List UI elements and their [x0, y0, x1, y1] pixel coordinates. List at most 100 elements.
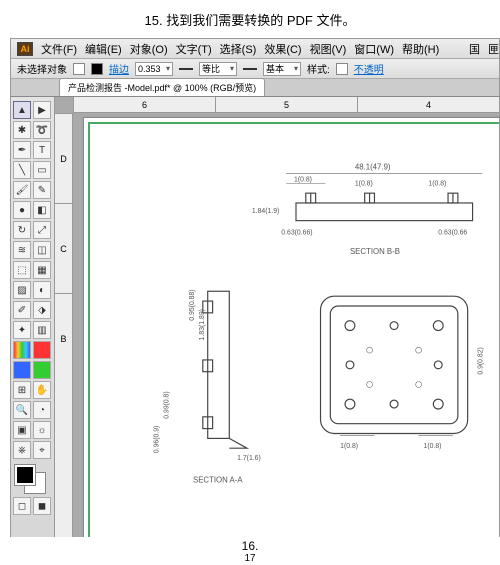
extra-tool-1[interactable]: ◔: [33, 401, 51, 419]
menu-right-2[interactable]: 匣: [488, 41, 499, 57]
svg-text:1.7(1.6): 1.7(1.6): [237, 455, 261, 462]
lasso-tool[interactable]: ➰: [33, 121, 51, 139]
ruler-h-mark: 5: [215, 97, 357, 112]
svg-text:0.63(0.66: 0.63(0.66: [438, 229, 467, 236]
selection-status: 未选择对象: [17, 61, 67, 76]
brush-dropdown[interactable]: 基本: [263, 62, 301, 76]
slice-tool[interactable]: ⊞: [13, 381, 31, 399]
graph-tool[interactable]: ▥: [33, 321, 51, 339]
menu-right-1[interactable]: 国: [469, 41, 480, 57]
instruction-caption: 15. 找到我们需要转换的 PDF 文件。: [0, 0, 500, 35]
extra-tool-3[interactable]: ☼: [33, 421, 51, 439]
blend-tool[interactable]: ⬗: [33, 301, 51, 319]
style-label: 样式:: [307, 61, 330, 76]
document-tab-bar: 产品检测报告 -Model.pdf* @ 100% (RGB/预览): [11, 79, 499, 97]
selection-tool[interactable]: ▲: [13, 101, 31, 119]
svg-text:1(0.8): 1(0.8): [294, 176, 312, 183]
curve-tool-1[interactable]: [33, 341, 51, 359]
shape-builder-tool[interactable]: ⬚: [13, 261, 31, 279]
ruler-h-mark: 6: [73, 97, 215, 112]
svg-text:1(0.8): 1(0.8): [340, 443, 358, 450]
main-area: ▲ ▶ ✱ ➰ ✒ T ╲ ▭ 🖌 ✎ ● ◧ ↻ ⤢ ≋ ◫ ⬚ ▦ ▨ ◐ …: [11, 97, 499, 564]
symbol-sprayer-tool[interactable]: ✦: [13, 321, 31, 339]
app-logo: Ai: [17, 42, 33, 56]
screen-mode-2[interactable]: ◼: [33, 497, 51, 515]
menu-help[interactable]: 帮助(H): [402, 41, 439, 57]
svg-text:SECTION A-A: SECTION A-A: [193, 476, 243, 485]
color-swatches[interactable]: [15, 465, 51, 495]
mesh-tool[interactable]: ▨: [13, 281, 31, 299]
svg-text:SECTION B-B: SECTION B-B: [350, 247, 400, 256]
gradient-tool[interactable]: ◐: [33, 281, 51, 299]
magic-wand-tool[interactable]: ✱: [13, 121, 31, 139]
drawing-frame: 48.1(47.9) 1(0.8) 1(0.8) 1(0.8): [88, 122, 499, 539]
ruler-horizontal: 6 5 4: [73, 97, 499, 113]
free-transform-tool[interactable]: ◫: [33, 241, 51, 259]
ruler-h-mark: 4: [357, 97, 499, 112]
menu-select[interactable]: 选择(S): [220, 41, 257, 57]
ruler-v-mark: D: [55, 113, 72, 203]
menu-window[interactable]: 窗口(W): [354, 41, 394, 57]
uniform-dropdown[interactable]: 等比: [199, 62, 237, 76]
footer-numbers: 16. 17: [0, 537, 500, 565]
svg-text:0.9(0.82): 0.9(0.82): [477, 347, 484, 374]
technical-drawing: 48.1(47.9) 1(0.8) 1(0.8) 1(0.8): [90, 124, 499, 537]
footer-16: 16.: [0, 539, 500, 553]
ruler-vertical: D C B: [55, 113, 73, 564]
pencil-tool[interactable]: ✎: [33, 181, 51, 199]
svg-text:0.96(0.9): 0.96(0.9): [154, 426, 161, 453]
extra-tool-5[interactable]: ⌖: [33, 441, 51, 459]
menu-file[interactable]: 文件(F): [41, 41, 77, 57]
svg-text:48.1(47.9): 48.1(47.9): [355, 163, 391, 172]
rectangle-tool[interactable]: ▭: [33, 161, 51, 179]
menu-effect[interactable]: 效果(C): [264, 41, 301, 57]
width-tool[interactable]: ≋: [13, 241, 31, 259]
direct-selection-tool[interactable]: ▶: [33, 101, 51, 119]
extra-tool-4[interactable]: ⎈: [13, 441, 31, 459]
footer-17: 17: [0, 553, 500, 564]
stroke-swatch[interactable]: [91, 63, 103, 75]
stroke-weight-dropdown[interactable]: 0.353: [135, 62, 173, 76]
document-tab[interactable]: 产品检测报告 -Model.pdf* @ 100% (RGB/预览): [59, 78, 265, 96]
ruler-v-mark: B: [55, 293, 72, 383]
stroke-label[interactable]: 描边: [109, 61, 129, 76]
pen-tool[interactable]: ✒: [13, 141, 31, 159]
artboard-tool[interactable]: [13, 341, 31, 359]
menu-bar: Ai 文件(F) 编辑(E) 对象(O) 文字(T) 选择(S) 效果(C) 视…: [11, 39, 499, 59]
control-bar: 未选择对象 描边 0.353 等比 基本 样式: 不透明: [11, 59, 499, 79]
svg-text:1.83(1.89): 1.83(1.89): [199, 309, 206, 340]
svg-text:0.63(0.66): 0.63(0.66): [281, 229, 312, 236]
menu-edit[interactable]: 编辑(E): [85, 41, 122, 57]
menu-type[interactable]: 文字(T): [176, 41, 212, 57]
svg-text:0.99(0.8): 0.99(0.8): [163, 391, 170, 418]
stroke-dash-icon[interactable]: [179, 68, 193, 70]
brush-icon: [243, 68, 257, 70]
hand-tool[interactable]: ✋: [33, 381, 51, 399]
screen-mode-1[interactable]: ◻: [13, 497, 31, 515]
curve-tool-2[interactable]: [13, 361, 31, 379]
line-tool[interactable]: ╲: [13, 161, 31, 179]
svg-text:0.95(0.88): 0.95(0.88): [189, 289, 196, 320]
eyedropper-tool[interactable]: ✐: [13, 301, 31, 319]
type-tool[interactable]: T: [33, 141, 51, 159]
zoom-tool[interactable]: 🔍: [13, 401, 31, 419]
perspective-tool[interactable]: ▦: [33, 261, 51, 279]
style-swatch[interactable]: [336, 63, 348, 75]
menu-object[interactable]: 对象(O): [130, 41, 168, 57]
paintbrush-tool[interactable]: 🖌: [13, 181, 31, 199]
rotate-tool[interactable]: ↻: [13, 221, 31, 239]
canvas[interactable]: 6 5 4 D C B 48.1(47.9) 1(0.8: [55, 97, 499, 564]
tool-panel: ▲ ▶ ✱ ➰ ✒ T ╲ ▭ 🖌 ✎ ● ◧ ↻ ⤢ ≋ ◫ ⬚ ▦ ▨ ◐ …: [11, 97, 55, 564]
curve-tool-3[interactable]: [33, 361, 51, 379]
extra-tool-2[interactable]: ▣: [13, 421, 31, 439]
eraser-tool[interactable]: ◧: [33, 201, 51, 219]
illustrator-window: Ai 文件(F) 编辑(E) 对象(O) 文字(T) 选择(S) 效果(C) 视…: [10, 38, 500, 565]
svg-text:1(0.8): 1(0.8): [355, 180, 373, 187]
fill-swatch[interactable]: [73, 63, 85, 75]
fill-color-icon[interactable]: [15, 465, 35, 485]
ruler-v-mark: C: [55, 203, 72, 293]
scale-tool[interactable]: ⤢: [33, 221, 51, 239]
opacity-label[interactable]: 不透明: [354, 61, 384, 76]
blob-brush-tool[interactable]: ●: [13, 201, 31, 219]
menu-view[interactable]: 视图(V): [310, 41, 347, 57]
